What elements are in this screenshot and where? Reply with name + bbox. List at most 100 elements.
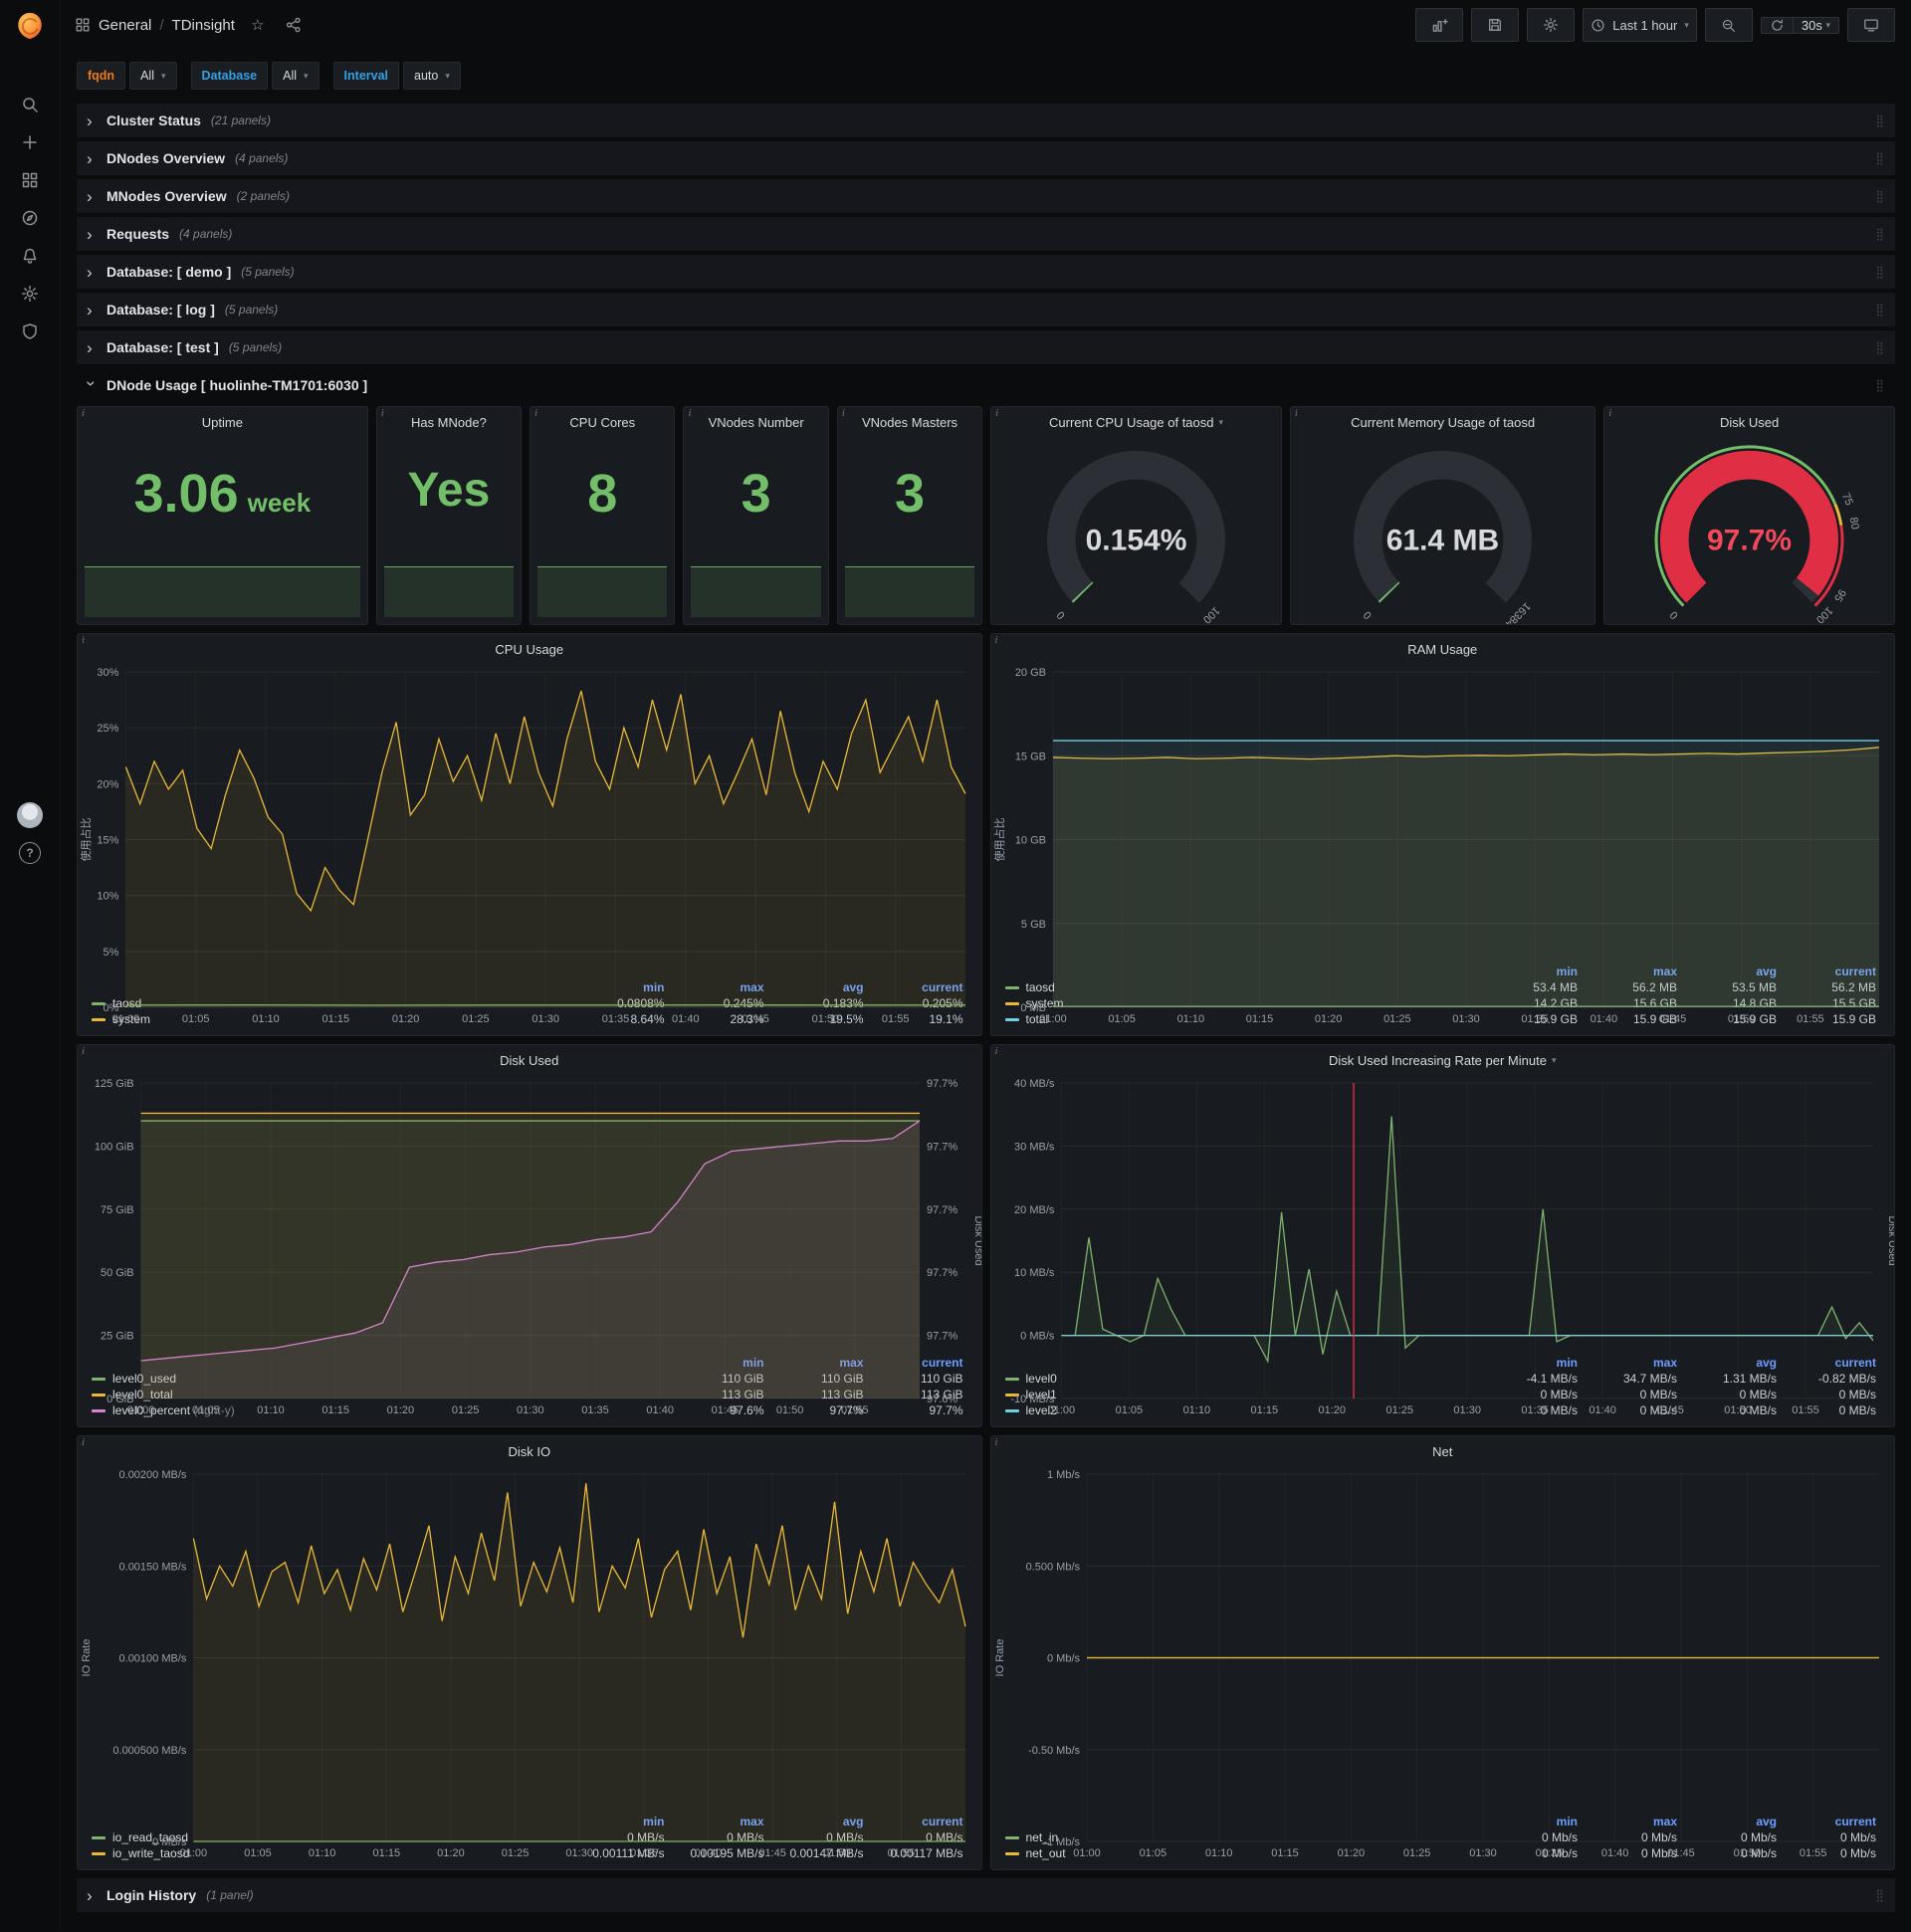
variable-database-value-dropdown[interactable]: All ▾ [272, 62, 319, 90]
svg-text:01:20: 01:20 [1337, 1847, 1365, 1859]
sidebar-search-button[interactable] [0, 86, 60, 123]
panel-info-icon[interactable]: i [842, 407, 845, 419]
panel-info-icon[interactable]: i [688, 407, 691, 419]
grafana-logo[interactable] [0, 0, 60, 52]
panel-info-icon[interactable]: i [82, 1436, 85, 1448]
sidebar-help-button[interactable]: ? [0, 834, 60, 872]
row-drag-handle[interactable]: ⣿ [1875, 303, 1885, 317]
svg-text:20 GB: 20 GB [1014, 667, 1045, 679]
panel-net: i Net 1 Mb/s 0.500 Mb/s 0 Mb/s -0.50 Mb/s -1… [989, 1435, 1895, 1870]
panel-current-memory-gauge: i Current Memory Usage of taosd 0 16384 61… [1289, 406, 1596, 625]
share-dashboard-button[interactable] [281, 12, 307, 38]
row-dnode-usage[interactable]: › DNode Usage [ huolinhe-TM1701:6030 ] ⣿ [77, 368, 1895, 402]
sidebar-explore-button[interactable] [0, 199, 60, 237]
panel-title[interactable]: CPU Usage [78, 634, 981, 664]
panel-info-icon[interactable]: i [534, 407, 537, 419]
panel-title[interactable]: CPU Cores [531, 407, 674, 437]
refresh-button[interactable] [1762, 18, 1793, 33]
row-database-demo[interactable]: › Database: [ demo ] (5 panels) ⣿ [77, 255, 1895, 289]
panel-info-icon[interactable]: i [82, 634, 85, 646]
panel-title[interactable]: Uptime [78, 407, 367, 437]
breadcrumb-folder[interactable]: General [99, 17, 151, 34]
sidebar-alerting-button[interactable] [0, 237, 60, 275]
variable-fqdn-label[interactable]: fqdn [77, 62, 126, 90]
sidebar-dashboards-button[interactable] [0, 161, 60, 199]
row-drag-handle[interactable]: ⣿ [1875, 113, 1885, 127]
panel-title[interactable]: Disk Used [1604, 407, 1894, 437]
template-variables-bar: fqdn All ▾ Database All ▾ Interval auto ▾ [61, 50, 1911, 102]
svg-text:使用占比: 使用占比 [79, 818, 93, 862]
row-database-test[interactable]: › Database: [ test ] (5 panels) ⣿ [77, 330, 1895, 364]
disk-io-chart: 0.00200 MB/s 0.00150 MB/s 0.00100 MB/s 0.00… [78, 1466, 981, 1859]
row-panel-count: (5 panels) [224, 303, 279, 317]
svg-text:01:35: 01:35 [581, 1404, 609, 1416]
zoom-out-button[interactable] [1704, 8, 1753, 42]
row-drag-handle[interactable]: ⣿ [1875, 1888, 1885, 1902]
sidebar-user-button[interactable] [0, 796, 60, 834]
variable-interval-label[interactable]: Interval [332, 62, 400, 90]
svg-text:01:30: 01:30 [517, 1404, 544, 1416]
row-drag-handle[interactable]: ⣿ [1875, 189, 1885, 203]
svg-text:01:25: 01:25 [1383, 1013, 1411, 1025]
page-title[interactable]: TDinsight [172, 17, 235, 34]
row-cluster-status[interactable]: › Cluster Status (21 panels) ⣿ [77, 104, 1895, 137]
dashboard-settings-button[interactable] [1527, 8, 1576, 42]
panel-info-icon[interactable]: i [995, 634, 998, 646]
svg-text:Disk Used: Disk Used [1886, 1215, 1895, 1265]
row-drag-handle[interactable]: ⣿ [1875, 265, 1885, 279]
svg-text:30%: 30% [97, 667, 118, 679]
sparkline [844, 565, 975, 617]
panel-title[interactable]: VNodes Masters [838, 407, 981, 437]
panel-title[interactable]: Disk Used Increasing Rate per Minute ▾ [991, 1045, 1895, 1075]
panel-info-icon[interactable]: i [1608, 407, 1611, 419]
add-panel-button[interactable] [1415, 8, 1464, 42]
row-database-log[interactable]: › Database: [ log ] (5 panels) ⣿ [77, 293, 1895, 326]
save-dashboard-button[interactable] [1471, 8, 1520, 42]
svg-text:25 GiB: 25 GiB [101, 1331, 134, 1343]
star-dashboard-button[interactable]: ☆ [245, 12, 271, 38]
sidebar-admin-button[interactable] [0, 313, 60, 350]
sidebar-create-button[interactable] [0, 123, 60, 161]
sparkline [537, 565, 668, 617]
panel-info-icon[interactable]: i [1295, 407, 1298, 419]
svg-text:01:00: 01:00 [1039, 1013, 1067, 1025]
svg-text:5 GB: 5 GB [1020, 919, 1045, 931]
refresh-interval-dropdown[interactable]: 30s ▾ [1792, 17, 1838, 33]
svg-text:01:40: 01:40 [1600, 1847, 1628, 1859]
panel-title[interactable]: Net [991, 1436, 1895, 1466]
variable-interval-value-dropdown[interactable]: auto ▾ [403, 62, 461, 90]
row-dnodes-overview[interactable]: › DNodes Overview (4 panels) ⣿ [77, 141, 1895, 175]
variable-database-label[interactable]: Database [190, 62, 269, 90]
panel-title[interactable]: Current CPU Usage of taosd ▾ [991, 407, 1281, 437]
dashboard-canvas: › Cluster Status (21 panels) ⣿ › DNodes … [61, 102, 1911, 1932]
panel-info-icon[interactable]: i [82, 407, 85, 419]
row-drag-handle[interactable]: ⣿ [1875, 227, 1885, 241]
row-login-history[interactable]: › Login History (1 panel) ⣿ [77, 1878, 1895, 1912]
panel-menu-caret[interactable]: ▾ [1219, 417, 1224, 428]
charts-row-2: i Disk Used 125 GiB 100 GiB 75 GiB 50 GiB 25… [77, 1044, 1895, 1427]
row-requests[interactable]: › Requests (4 panels) ⣿ [77, 217, 1895, 251]
panel-info-icon[interactable]: i [995, 1045, 998, 1057]
row-drag-handle[interactable]: ⣿ [1875, 340, 1885, 354]
panel-info-icon[interactable]: i [82, 1045, 85, 1057]
panel-info-icon[interactable]: i [995, 407, 998, 419]
panel-title[interactable]: Disk IO [78, 1436, 981, 1466]
panel-title[interactable]: VNodes Number [684, 407, 827, 437]
panel-title[interactable]: Disk Used [78, 1045, 981, 1075]
row-mnodes-overview[interactable]: › MNodes Overview (2 panels) ⣿ [77, 179, 1895, 213]
panel-menu-caret[interactable]: ▾ [1552, 1055, 1557, 1066]
panel-title[interactable]: Current Memory Usage of taosd [1291, 407, 1594, 437]
sidebar-configuration-button[interactable] [0, 275, 60, 313]
svg-text:10 GB: 10 GB [1014, 835, 1045, 847]
plus-icon [23, 135, 37, 149]
row-drag-handle[interactable]: ⣿ [1875, 151, 1885, 165]
panel-title[interactable]: Has MNode? [377, 407, 521, 437]
time-range-picker[interactable]: Last 1 hour ▾ [1583, 8, 1697, 42]
variable-fqdn-value-dropdown[interactable]: All ▾ [129, 62, 177, 90]
panel-info-icon[interactable]: i [381, 407, 384, 419]
row-drag-handle[interactable]: ⣿ [1875, 378, 1885, 392]
cycle-view-mode-button[interactable] [1847, 8, 1895, 42]
panel-info-icon[interactable]: i [995, 1436, 998, 1448]
panel-title[interactable]: RAM Usage [991, 634, 1895, 664]
svg-text:01:50: 01:50 [1724, 1404, 1752, 1416]
